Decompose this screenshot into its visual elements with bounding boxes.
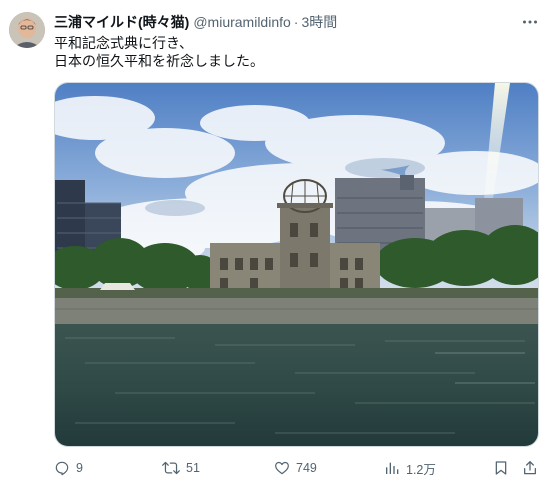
views-icon <box>386 462 399 474</box>
views-button[interactable]: 1.2万 <box>384 458 436 478</box>
repost-icon <box>162 461 180 475</box>
post-time[interactable]: 3時間 <box>301 12 337 32</box>
reply-icon <box>55 461 69 476</box>
bookmark-button[interactable] <box>493 458 509 478</box>
reply-count: 9 <box>76 461 83 475</box>
more-icon <box>523 20 537 24</box>
share-button[interactable] <box>522 458 538 478</box>
reply-button[interactable]: 9 <box>54 458 83 478</box>
like-icon <box>275 461 289 475</box>
share-icon <box>524 461 536 475</box>
like-button[interactable]: 749 <box>274 458 317 478</box>
more-button[interactable] <box>520 12 540 32</box>
photo-atomic-bomb-dome <box>55 83 538 446</box>
separator-dot: · <box>293 14 299 30</box>
repost-count: 51 <box>186 461 200 475</box>
post-text: 平和記念式典に行き、 日本の恒久平和を祈念しました。 <box>54 34 264 70</box>
action-bar: 9 51 749 1.2万 <box>54 458 540 478</box>
avatar[interactable] <box>9 12 45 48</box>
like-count: 749 <box>296 461 317 475</box>
author-name[interactable]: 三浦マイルド(時々猫) <box>54 12 189 32</box>
post-line: 日本の恒久平和を祈念しました。 <box>54 53 264 69</box>
avatar-image <box>9 12 45 48</box>
author-handle[interactable]: @miuramildinfo <box>193 14 290 30</box>
post-header: 三浦マイルド(時々猫) @miuramildinfo · 3時間 <box>54 12 538 32</box>
views-count: 1.2万 <box>406 462 436 477</box>
post-photo[interactable] <box>54 82 539 447</box>
post-line: 平和記念式典に行き、 <box>54 35 194 51</box>
repost-button[interactable]: 51 <box>162 458 200 478</box>
bookmark-icon <box>495 461 507 475</box>
